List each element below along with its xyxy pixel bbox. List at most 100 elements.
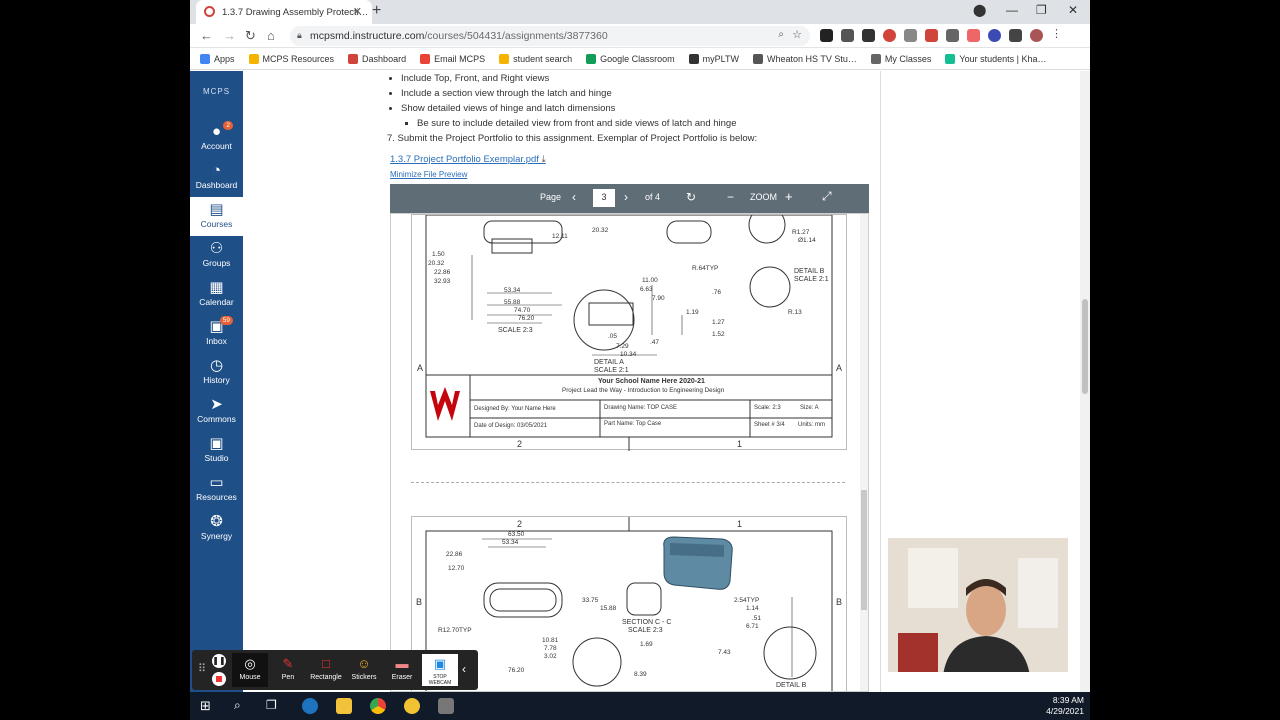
collapse-toolbar-icon[interactable]: ‹	[462, 662, 466, 676]
nav-item-synergy[interactable]: ❂ Synergy	[190, 509, 243, 548]
recorder-tool-stop-webcam[interactable]: ▣ STOP WEBCAM	[422, 654, 458, 686]
extension-icon[interactable]	[820, 29, 833, 42]
next-page-icon[interactable]: ›	[624, 190, 628, 204]
edge-icon[interactable]	[302, 698, 318, 714]
nav-item-history[interactable]: ◷ History	[190, 353, 243, 392]
bookmark-item[interactable]: Your students | Kha…	[945, 53, 1047, 64]
nav-item-calendar[interactable]: ▦ Calendar	[190, 275, 243, 314]
reload-icon[interactable]: ↻	[245, 28, 256, 44]
nav-item-groups[interactable]: ⚇ Groups	[190, 236, 243, 275]
kebab-menu-icon[interactable]: ⋮	[1051, 29, 1064, 42]
system-clock[interactable]: 8:39 AM 4/29/2021	[1046, 695, 1084, 717]
eraser-icon: ▬	[395, 656, 409, 671]
bookmark-item[interactable]: MCPS Resources	[248, 53, 334, 64]
address-bar[interactable]: 🔒︎ mcpsmd.instructure.com/courses/504431…	[290, 26, 810, 46]
home-icon[interactable]: ⌂	[267, 28, 275, 43]
tab-close-icon[interactable]: ✕	[353, 5, 362, 18]
bookmark-star-icon[interactable]: ☆	[792, 28, 802, 41]
page-scrollbar[interactable]	[1080, 71, 1090, 692]
nav-item-studio[interactable]: ▣ Studio	[190, 431, 243, 470]
download-icon[interactable]: ⤓	[542, 154, 546, 165]
maximize-icon[interactable]: ❐	[1036, 3, 1047, 17]
dimension-label: R.13	[788, 309, 802, 316]
nav-item-resources[interactable]: ▭ Resources	[190, 470, 243, 509]
instruction-sub-bullet: Be sure to include detailed view from fr…	[417, 116, 861, 131]
bookmark-item[interactable]: Email MCPS	[420, 53, 485, 64]
extension-icon[interactable]	[988, 29, 1001, 42]
pause-icon[interactable]: ❚❚	[212, 654, 226, 668]
profile-menu-icon[interactable]: ⬤	[973, 3, 986, 17]
task-view-icon[interactable]: ❐	[266, 698, 282, 714]
browser-tab[interactable]: 1.3.7 Drawing Assembly Protecti… ✕	[196, 0, 372, 24]
nav-item-account[interactable]: ● Account 2	[190, 119, 243, 158]
pdf-file-link[interactable]: 1.3.7 Project Portfolio Exemplar.pdf ⤓	[390, 154, 546, 165]
bookmark-item[interactable]: Wheaton HS TV Stu…	[753, 53, 857, 64]
avatar[interactable]	[1030, 29, 1043, 42]
pdf-toolbar: Page ‹ 3 › of 4 ↻ − ZOOM + ⤢	[390, 184, 869, 213]
zoom-in-icon[interactable]: +	[785, 189, 793, 204]
page-number-input[interactable]: 3	[593, 189, 615, 207]
rotate-icon[interactable]: ↻	[686, 190, 696, 204]
app-icon[interactable]	[404, 698, 420, 714]
stop-record-icon[interactable]	[212, 672, 226, 686]
zoom-out-icon[interactable]: −	[727, 190, 734, 204]
nav-item-courses[interactable]: ▤ Courses	[190, 197, 243, 236]
zoom-search-icon[interactable]: ⌕	[778, 29, 784, 40]
chrome-icon[interactable]	[370, 698, 386, 714]
extension-icon[interactable]	[967, 29, 980, 42]
nav-item-inbox[interactable]: ▣ Inbox 59	[190, 314, 243, 353]
extension-icon[interactable]	[883, 29, 896, 42]
nav-item-commons[interactable]: ➤ Commons	[190, 392, 243, 431]
search-icon[interactable]: ⌕	[234, 698, 250, 714]
account-icon: ●	[211, 123, 222, 140]
dimension-label: 7.78	[544, 645, 557, 652]
recorder-tool-pen[interactable]: ✎ Pen	[270, 656, 306, 681]
prev-page-icon[interactable]: ‹	[572, 190, 576, 204]
bookmark-item[interactable]: My Classes	[870, 53, 931, 64]
notification-badge: 2	[223, 121, 233, 130]
minimize-icon[interactable]: —	[1006, 3, 1018, 17]
nav-item-dashboard[interactable]: ◔ Dashboard	[190, 158, 243, 197]
extension-icon[interactable]	[841, 29, 854, 42]
bookmark-item[interactable]: Apps	[200, 53, 235, 64]
pdf-file-link-text[interactable]: 1.3.7 Project Portfolio Exemplar.pdf	[390, 154, 539, 165]
dimension-label: 1.52	[712, 331, 725, 338]
recorder-toolbar: ⠿ ❚❚ ◎ Mouse ✎ Pen □ Rectangle ☺ Stickers ▬ Erase…	[192, 650, 478, 690]
extension-icon[interactable]	[946, 29, 959, 42]
recorder-tool-stickers[interactable]: ☺ Stickers	[346, 656, 382, 681]
app-icon[interactable]	[438, 698, 454, 714]
file-explorer-icon[interactable]	[336, 698, 352, 714]
forward-icon[interactable]: →	[223, 28, 236, 43]
mcps-logo[interactable]: MCPS	[190, 71, 243, 119]
recorder-tool-mouse[interactable]: ◎ Mouse	[232, 653, 268, 687]
bookmark-item[interactable]: Dashboard	[348, 53, 406, 64]
pdf-viewer[interactable]: 1.50 20.32 22.86 32.93 53.34 55.88 74.70 76.20 1…	[390, 213, 869, 692]
page-scroll-thumb[interactable]	[1082, 299, 1088, 394]
bookmark-label: Your students | Kha…	[959, 53, 1047, 64]
recorder-tool-eraser[interactable]: ▬ Eraser	[384, 656, 420, 681]
drag-handle-icon[interactable]: ⠿	[198, 662, 206, 675]
nav-item-label: Dashboard	[195, 180, 238, 190]
extension-icon[interactable]	[904, 29, 917, 42]
close-window-icon[interactable]: ✕	[1068, 3, 1078, 17]
dimension-label: 74.70	[514, 307, 531, 314]
extension-icon[interactable]	[925, 29, 938, 42]
pdf-scrollbar[interactable]	[860, 214, 868, 691]
back-icon[interactable]: ←	[200, 28, 213, 43]
bookmark-item[interactable]: myPLTW	[688, 53, 739, 64]
bookmark-item[interactable]: student search	[499, 53, 572, 64]
bookmark-item[interactable]: Google Classroom	[586, 53, 675, 64]
windows-start-icon[interactable]: ⊞	[200, 698, 216, 714]
recorder-tool-rectangle[interactable]: □ Rectangle	[308, 656, 344, 681]
dimension-label: 10.81	[542, 637, 559, 644]
puzzle-icon[interactable]	[1009, 29, 1022, 42]
synergy-icon: ❂	[210, 513, 223, 530]
new-tab-icon[interactable]: +	[372, 2, 381, 20]
recorder-tool-label: Eraser	[391, 674, 413, 681]
extension-icon[interactable]	[862, 29, 875, 42]
pdf-scroll-thumb[interactable]	[861, 490, 867, 610]
dimension-label: 63.50	[508, 531, 525, 538]
fullscreen-icon[interactable]: ⤢	[822, 189, 832, 204]
bookmark-icon	[348, 53, 359, 64]
minimize-preview-link[interactable]: Minimize File Preview	[390, 170, 467, 179]
